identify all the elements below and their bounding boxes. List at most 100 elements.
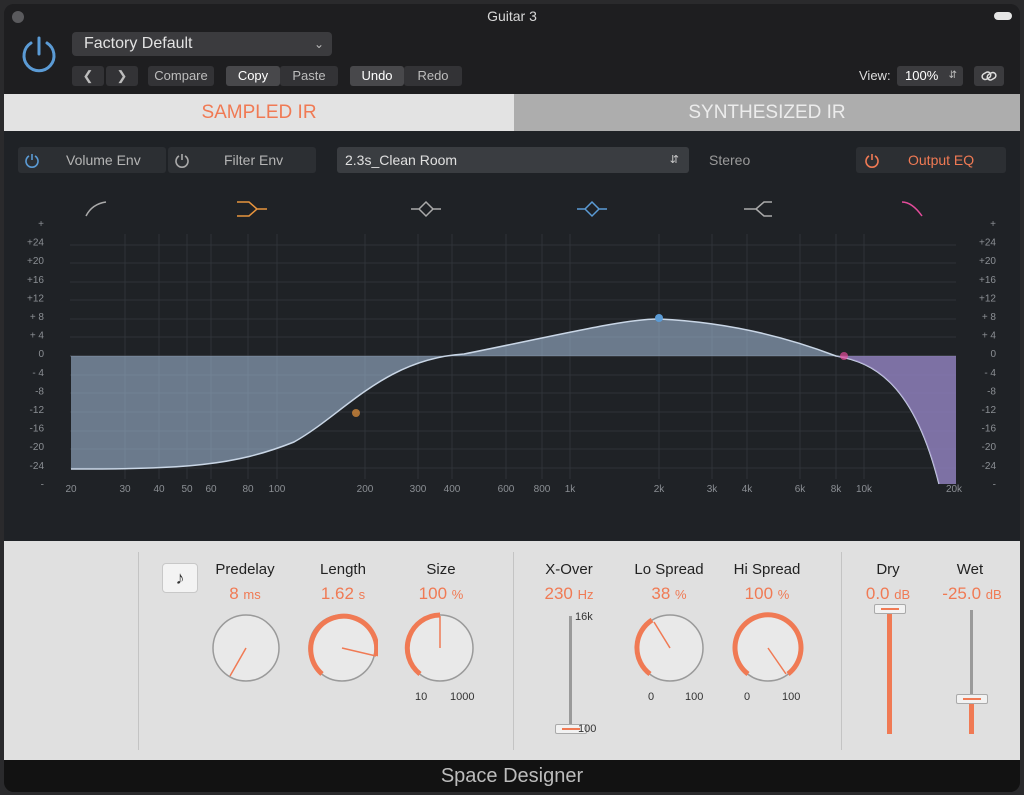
- link-icon: [981, 71, 997, 81]
- y-tick-label: -20: [30, 442, 45, 453]
- tempo-sync-button[interactable]: ♪: [162, 563, 198, 593]
- ir-file-name: 2.3s_Clean Room: [345, 152, 458, 168]
- hi-spread-value[interactable]: 100 %: [722, 584, 812, 604]
- tab-sampled-ir[interactable]: SAMPLED IR: [4, 94, 514, 131]
- x-tick-label: 20: [65, 484, 77, 495]
- y-tick-label: -8: [987, 386, 996, 397]
- xover-value[interactable]: 230 Hz: [524, 584, 614, 604]
- y-tick-label: -16: [982, 424, 997, 435]
- link-button[interactable]: [974, 66, 1004, 86]
- view-zoom-value: 100%: [905, 68, 939, 83]
- bell-icon[interactable]: [411, 200, 441, 218]
- title-bar: Guitar 3 Factory Default ⌄ ❮ ❯ Compare C…: [4, 4, 1020, 94]
- ir-file-select[interactable]: 2.3s_Clean Room ⇵: [337, 147, 689, 173]
- high-cut-icon[interactable]: [901, 201, 923, 217]
- divider: [513, 552, 514, 750]
- size-knob[interactable]: [404, 612, 476, 684]
- x-tick-label: 80: [242, 484, 254, 495]
- x-tick-label: 6k: [795, 484, 807, 495]
- paste-button[interactable]: Paste: [280, 66, 338, 86]
- dry-value[interactable]: 0.0 dB: [850, 584, 926, 604]
- view-zoom-select[interactable]: 100% ⇵: [897, 66, 963, 86]
- copy-button[interactable]: Copy: [226, 66, 280, 86]
- chevron-down-icon: ⌄: [313, 37, 324, 51]
- size-value[interactable]: 100 %: [396, 584, 486, 604]
- x-tick-label: 10k: [856, 484, 873, 495]
- x-tick-label: 2k: [654, 484, 666, 495]
- size-max-label: 1000: [450, 691, 475, 703]
- output-eq-toggle[interactable]: Output EQ: [856, 147, 1006, 173]
- power-icon[interactable]: [18, 34, 60, 76]
- length-knob[interactable]: [306, 612, 378, 684]
- y-tick-label: - 4: [32, 368, 44, 379]
- x-tick-label: 8k: [831, 484, 843, 495]
- low-shelf-handle[interactable]: [352, 409, 360, 417]
- y-tick-label: -20: [982, 442, 997, 453]
- low-cut-icon[interactable]: [85, 201, 107, 217]
- y-tick-label: + 8: [982, 312, 997, 323]
- high-shelf-icon[interactable]: [744, 201, 772, 217]
- x-tick-label: 4k: [742, 484, 754, 495]
- view-label: View:: [859, 68, 891, 83]
- y-tick-label: 0: [38, 349, 44, 360]
- plugin-name-footer: Space Designer: [4, 760, 1020, 792]
- window-title: Guitar 3: [487, 8, 537, 24]
- y-tick-label: -8: [35, 386, 44, 397]
- length-value[interactable]: 1.62 s: [298, 584, 388, 604]
- preset-menu[interactable]: Factory Default ⌄: [72, 32, 332, 56]
- y-tick-label: -24: [30, 461, 45, 472]
- lo-spread-label: Lo Spread: [634, 561, 704, 578]
- filter-env-toggle[interactable]: Filter Env: [168, 147, 316, 173]
- y-tick-label: +16: [27, 275, 44, 286]
- wet-slider-fill: [969, 700, 974, 734]
- lo-spread-knob[interactable]: [634, 612, 706, 684]
- low-shelf-icon[interactable]: [237, 201, 267, 217]
- tab-synthesized-ir[interactable]: SYNTHESIZED IR: [514, 94, 1020, 131]
- x-tick-label: 300: [410, 484, 427, 495]
- y-tick-label: + 4: [982, 331, 997, 342]
- previous-preset-button[interactable]: ❮: [72, 66, 104, 86]
- predelay-knob[interactable]: [210, 612, 282, 684]
- bell-2-handle[interactable]: [655, 314, 663, 322]
- wet-slider-handle[interactable]: [956, 694, 988, 704]
- predelay-label: Predelay: [215, 561, 275, 578]
- x-tick-label: 3k: [707, 484, 719, 495]
- output-eq-label: Output EQ: [908, 152, 975, 168]
- x-tick-label: 200: [357, 484, 374, 495]
- y-tick-label: -: [41, 479, 44, 490]
- undo-button[interactable]: Undo: [350, 66, 404, 86]
- predelay-value[interactable]: 8 ms: [200, 584, 290, 604]
- bell-icon[interactable]: [577, 200, 607, 218]
- lo-spread-max-label: 100: [685, 691, 704, 703]
- dry-label: Dry: [876, 561, 900, 578]
- x-tick-label: 1k: [565, 484, 577, 495]
- wet-value[interactable]: -25.0 dB: [930, 584, 1014, 604]
- redo-button[interactable]: Redo: [404, 66, 462, 86]
- volume-env-toggle[interactable]: Volume Env: [18, 147, 166, 173]
- y-tick-label: -12: [982, 405, 997, 416]
- eq-graph[interactable]: + + +24 +24 +20 +20 +16 +16 +12 +12 + 8 + 8 + 4 + 4 0 0…: [4, 184, 1020, 514]
- next-preset-button[interactable]: ❯: [106, 66, 138, 86]
- compare-button[interactable]: Compare: [148, 66, 214, 86]
- high-cut-handle[interactable]: [840, 352, 848, 360]
- length-label: Length: [320, 561, 366, 578]
- x-tick-label: 800: [534, 484, 551, 495]
- lo-spread-value[interactable]: 38 %: [624, 584, 714, 604]
- y-tick-label: -16: [30, 424, 45, 435]
- xover-label: X-Over: [545, 561, 593, 578]
- divider: [138, 552, 139, 750]
- dry-slider-handle[interactable]: [874, 604, 906, 614]
- xover-slider-track[interactable]: [569, 616, 572, 732]
- size-min-label: 10: [415, 691, 428, 703]
- x-tick-label: 100: [269, 484, 286, 495]
- x-tick-label: 30: [119, 484, 131, 495]
- y-tick-label: 0: [990, 349, 996, 360]
- plugin-window: Guitar 3 Factory Default ⌄ ❮ ❯ Compare C…: [4, 4, 1020, 792]
- volume-env-label: Volume Env: [66, 152, 141, 168]
- stereo-label: Stereo: [709, 152, 751, 168]
- hi-spread-knob[interactable]: [732, 612, 804, 684]
- x-tick-label: 400: [444, 484, 461, 495]
- x-tick-label: 60: [205, 484, 217, 495]
- preset-name: Factory Default: [84, 35, 193, 52]
- x-tick-label: 600: [498, 484, 515, 495]
